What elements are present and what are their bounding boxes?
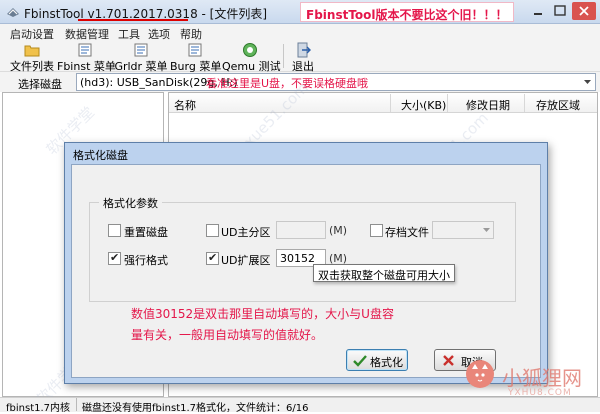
brand-url: YXHU8.COM xyxy=(508,388,572,398)
menu-icon xyxy=(77,42,93,58)
ud-primary-size-field[interactable] xyxy=(276,221,326,239)
file-list-header xyxy=(169,93,597,113)
ud-primary-label: UD主分区 xyxy=(221,226,271,239)
minimize-button[interactable] xyxy=(528,2,548,20)
force-format-label: 强行格式 xyxy=(124,254,168,267)
exit-button[interactable]: 退出 xyxy=(288,41,318,73)
chevron-down-icon xyxy=(483,228,490,232)
toolbar-separator xyxy=(283,44,284,68)
ud-extended-checkbox[interactable]: ✔ xyxy=(206,251,219,265)
format-button[interactable]: 格式化 xyxy=(346,349,408,371)
column-date[interactable]: 修改日期 xyxy=(466,97,510,113)
folder-icon xyxy=(24,42,40,58)
note-line-2: 量有关，一般用自动填写的值就好。 xyxy=(131,328,324,342)
close-icon xyxy=(443,355,454,366)
version-annotation: FbinstTool版本不要比这个旧！！！ xyxy=(306,8,508,22)
column-divider[interactable] xyxy=(447,94,448,112)
ud-primary-unit: (M) xyxy=(329,224,348,237)
check-icon: ✔ xyxy=(110,251,120,264)
archive-label: 存档文件 xyxy=(385,226,429,239)
exit-icon xyxy=(295,42,311,58)
check-icon: ✔ xyxy=(208,251,218,264)
qemu-test-button[interactable]: Qemu 测试 xyxy=(222,41,281,73)
file-list-button[interactable]: 文件列表 xyxy=(8,41,56,73)
ud-primary-checkbox[interactable] xyxy=(206,224,219,237)
reformat-checkbox[interactable] xyxy=(108,224,121,237)
archive-select[interactable] xyxy=(432,221,494,239)
menu-icon xyxy=(187,42,203,58)
column-size[interactable]: 大小(KB) xyxy=(401,97,446,113)
size-tooltip: 双击获取整个磁盘可用大小 xyxy=(313,264,455,282)
column-storage[interactable]: 存放区域 xyxy=(536,97,580,113)
archive-checkbox[interactable] xyxy=(370,224,383,237)
menu-icon xyxy=(133,42,149,58)
format-button-label: 格式化 xyxy=(370,356,403,369)
column-name[interactable]: 名称 xyxy=(174,97,196,113)
note-line-1: 数值30152是双击那里自动填写的，大小与U盘容 xyxy=(131,307,394,321)
chevron-down-icon[interactable] xyxy=(580,74,595,90)
qemu-icon xyxy=(242,42,258,58)
column-divider[interactable] xyxy=(390,94,391,112)
app-icon xyxy=(6,5,20,19)
force-format-checkbox[interactable]: ✔ xyxy=(108,251,121,265)
maximize-button[interactable] xyxy=(550,2,570,20)
ud-extended-label: UD扩展区 xyxy=(221,254,271,267)
status-separator xyxy=(76,398,77,411)
burg-menu-button[interactable]: Burg 菜单 xyxy=(170,41,221,73)
column-divider[interactable] xyxy=(524,94,525,112)
reformat-label: 重置磁盘 xyxy=(124,226,168,239)
disk-label: 选择磁盘 xyxy=(18,78,62,91)
group-title: 格式化参数 xyxy=(99,195,162,211)
disk-annotation: 看准这里是U盘，不要误格硬盘哦 xyxy=(206,77,369,90)
checkmark-icon xyxy=(353,355,367,367)
fbinst-menu-button[interactable]: Fbinst 菜单 xyxy=(57,41,116,73)
close-button[interactable] xyxy=(572,2,596,20)
brand-name: 小狐狸网 xyxy=(502,366,582,390)
ud-extended-size-value: 30152 xyxy=(280,252,315,265)
title-underline-mark xyxy=(78,19,188,21)
dialog-title: 格式化磁盘 xyxy=(73,149,128,162)
fox-logo-icon xyxy=(466,360,494,388)
grldr-menu-button[interactable]: Grldr 菜单 xyxy=(114,41,168,73)
